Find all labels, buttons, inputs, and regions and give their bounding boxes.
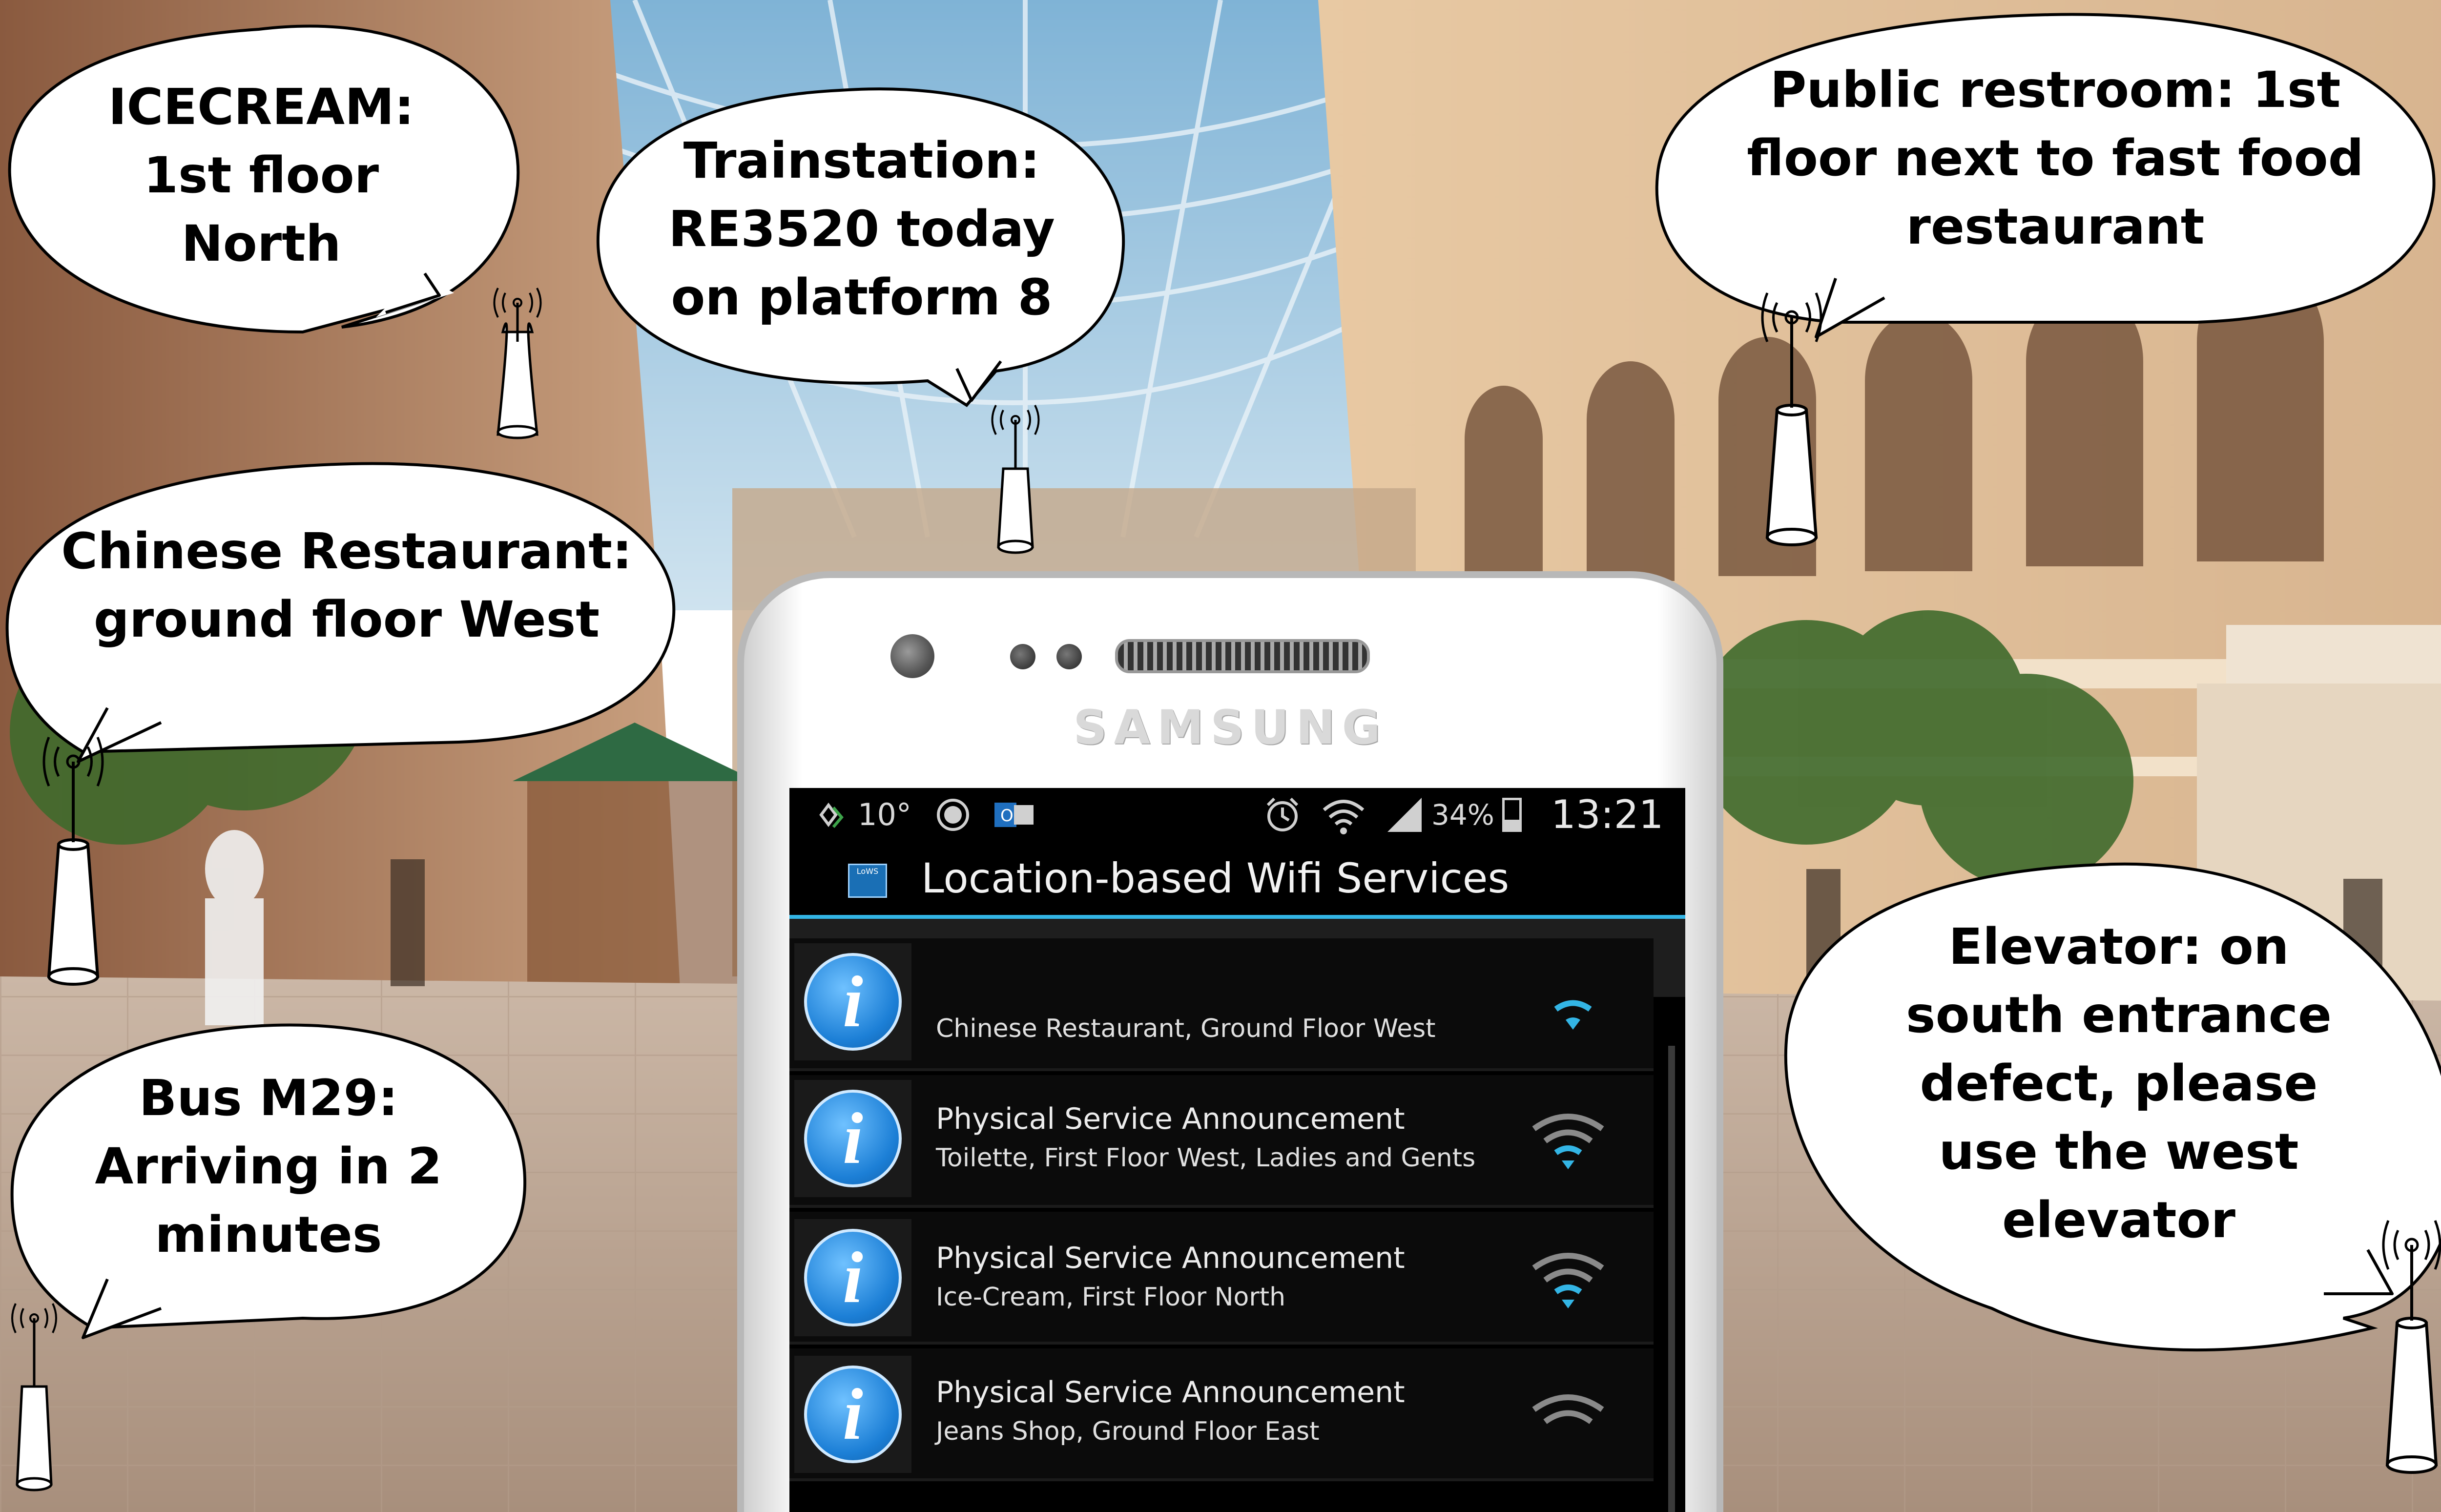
access-point-icon <box>991 405 1040 554</box>
bubble-line: Public restroom: 1st <box>1770 61 2341 119</box>
bubble-elevator: Elevator: on south entrance defect, plea… <box>1826 913 2412 1255</box>
battery-icon <box>1502 798 1522 832</box>
list-item[interactable]: i Physical Service Announcement Ice-Crea… <box>789 1212 1654 1345</box>
bubble-line: minutes <box>155 1206 382 1264</box>
smartphone: SAMSUNG 10° O 34% 13:21 LoWS Location-ba… <box>737 571 1723 1512</box>
signal-strength-icon <box>1387 798 1422 832</box>
status-temperature: 10° <box>858 797 911 832</box>
status-bar: 10° O 34% 13:21 <box>789 788 1685 842</box>
bubble-trainstation: Trainstation: RE3520 today on platform 8 <box>620 127 1103 332</box>
bubble-line: 1st floor <box>143 146 379 205</box>
announcement-detail: Ice-Cream, First Floor North <box>936 1283 1286 1312</box>
phone-brand-logo: SAMSUNG <box>1073 700 1387 755</box>
app-logo-icon[interactable]: LoWS <box>848 864 887 898</box>
bubble-line: Elevator: on <box>1948 918 2289 976</box>
access-point-icon <box>11 1303 57 1491</box>
battery-level <box>1505 819 1519 829</box>
wifi-signal-icon <box>1532 1394 1604 1424</box>
scan-results-list[interactable]: i Chinese Restaurant, Ground Floor West … <box>789 938 1685 1512</box>
app-title: Location-based Wifi Services <box>921 854 1510 902</box>
announcement-detail: Toilette, First Floor West, Ladies and G… <box>936 1143 1476 1173</box>
bubble-line: restaurant <box>1906 198 2205 256</box>
bubble-line: Trainstation: <box>683 132 1040 190</box>
status-time: 13:21 <box>1551 792 1664 837</box>
list-item[interactable]: i Physical Service Announcement Jeans Sh… <box>789 1348 1654 1481</box>
bubble-line: Bus M29: <box>139 1069 398 1127</box>
wifi-status-icon <box>1323 800 1365 834</box>
app-logo-label: LoWS <box>856 867 879 876</box>
svg-text:O: O <box>1000 806 1014 826</box>
list-item[interactable]: i Physical Service Announcement Toilette… <box>789 1075 1654 1208</box>
list-item[interactable]: i Chinese Restaurant, Ground Floor West <box>789 938 1654 1071</box>
list-scrollbar[interactable] <box>1668 1046 1675 1512</box>
bubble-line: North <box>181 215 341 273</box>
wifi-signal-icon <box>1554 1000 1592 1030</box>
outlook-icon: O <box>994 803 1034 827</box>
access-point-icon <box>42 737 104 986</box>
front-camera <box>890 634 934 678</box>
bubble-bus: Bus M29: Arriving in 2 minutes <box>49 1064 488 1269</box>
bubble-restroom: Public restroom: 1st floor next to fast … <box>1679 56 2431 261</box>
announcement-detail: Jeans Shop, Ground Floor East <box>936 1417 1320 1446</box>
bubble-icecream: ICECREAM: 1st floor North <box>68 73 454 278</box>
bubble-line: Chinese Restaurant: <box>61 522 632 580</box>
wifi-signal-icon <box>1532 1114 1604 1169</box>
proximity-sensor <box>1010 644 1035 669</box>
info-icon: i <box>794 1356 911 1473</box>
phone-screen: 10° O 34% 13:21 LoWS Location-based Wifi… <box>789 788 1685 1512</box>
mall-scene: ICECREAM: 1st floor North Trainstation: … <box>0 0 2441 1512</box>
record-icon <box>937 799 969 831</box>
bubble-line: use the west <box>1939 1123 2299 1181</box>
info-icon: i <box>794 943 911 1060</box>
bubble-line: RE3520 today <box>668 200 1055 258</box>
access-point-icon <box>2382 1220 2441 1474</box>
bubble-line: south entrance <box>1905 986 2332 1044</box>
bubble-line: defect, please <box>1920 1055 2318 1113</box>
bubble-chinese: Chinese Restaurant: ground floor West <box>29 518 664 654</box>
status-battery-percent: 34% <box>1431 798 1494 831</box>
info-icon: i <box>794 1080 911 1197</box>
info-icon: i <box>794 1219 911 1336</box>
announcement-detail: Chinese Restaurant, Ground Floor West <box>936 1014 1436 1043</box>
bubble-line: on platform 8 <box>671 269 1053 327</box>
wifi-signal-icon <box>1532 1253 1604 1308</box>
announcement-title: Physical Service Announcement <box>936 1102 1405 1136</box>
announcement-title: Physical Service Announcement <box>936 1241 1405 1275</box>
alarm-clock-icon <box>1266 797 1299 831</box>
action-bar: LoWS Location-based Wifi Services <box>789 842 1685 919</box>
sync-icon <box>819 803 844 828</box>
announcement-title: Physical Service Announcement <box>936 1375 1405 1409</box>
bubble-line: Arriving in 2 <box>95 1138 442 1196</box>
access-point-icon <box>1761 292 1822 546</box>
access-point-icon <box>493 288 542 439</box>
bubble-line: ICECREAM: <box>108 78 414 136</box>
bubble-line: elevator <box>2002 1191 2235 1249</box>
earpiece-speaker <box>1115 639 1370 673</box>
bubble-line: ground floor West <box>93 591 600 649</box>
light-sensor <box>1056 644 1082 669</box>
bubble-line: floor next to fast food <box>1747 129 2364 187</box>
